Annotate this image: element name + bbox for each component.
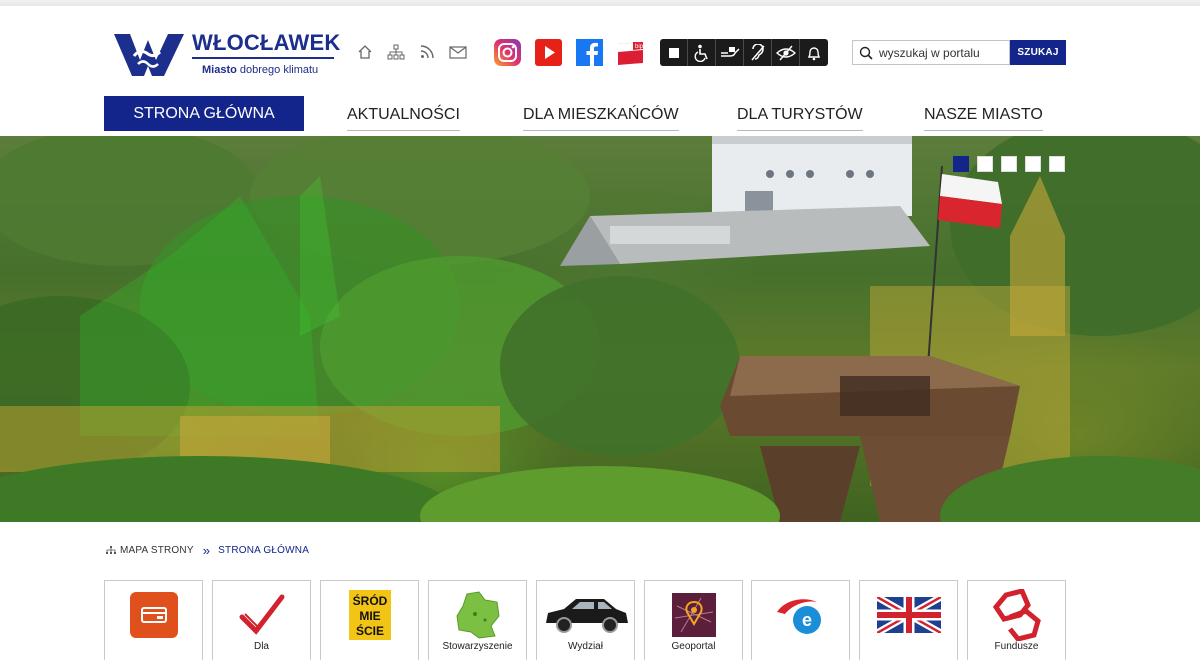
nav-item-residents[interactable]: DLA MIESZKAŃCÓW (523, 96, 679, 131)
breadcrumb-separator: » (202, 543, 211, 558)
tile-geoportal[interactable]: Geoportal (644, 580, 743, 660)
nav-item-tourists[interactable]: DLA TURYSTÓW (737, 96, 863, 131)
uk-flag-icon (860, 589, 957, 641)
main-nav: STRONA GŁÓWNA AKTUALNOŚCI DLA MIESZKAŃCÓ… (104, 96, 1066, 131)
breadcrumb: MAPA STRONY » STRONA GŁÓWNA (106, 543, 309, 558)
tile-dla[interactable]: Dla (212, 580, 311, 660)
mail-icon[interactable] (442, 42, 473, 62)
logo-name: WŁOCŁAWEK (192, 30, 341, 55)
breadcrumb-current: STRONA GŁÓWNA (218, 545, 310, 556)
utility-icons (349, 42, 473, 62)
slider-dot-5[interactable] (1049, 156, 1065, 172)
youtube-icon[interactable] (535, 39, 562, 66)
quick-links: Dla ŚRÓD MIE ŚCIE Stowarzyszenie Wydział G… (104, 580, 1066, 660)
eye-icon[interactable] (772, 39, 800, 66)
search-button[interactable]: SZUKAJ (1010, 40, 1066, 65)
bip-icon[interactable]: bip (617, 39, 644, 66)
tile-fundusze[interactable]: Fundusze (967, 580, 1066, 660)
search-form: SZUKAJ (852, 40, 1066, 65)
rss-icon[interactable] (411, 42, 442, 62)
srodmiescie-icon: ŚRÓD MIE ŚCIE (321, 589, 418, 641)
svg-text:ŚRÓD: ŚRÓD (352, 593, 387, 608)
checkmark-icon (213, 589, 310, 641)
hero-banner[interactable] (0, 136, 1200, 522)
svg-text:e: e (801, 610, 811, 630)
nav-item-news[interactable]: AKTUALNOŚCI (347, 96, 460, 131)
tile-english[interactable] (859, 580, 958, 660)
logo-divider (192, 57, 334, 59)
slider-dot-2[interactable] (977, 156, 993, 172)
tile-epuap[interactable]: e (751, 580, 850, 660)
social-links: bip (494, 39, 644, 66)
breadcrumb-sitemap-link[interactable]: MAPA STRONY (120, 545, 194, 556)
logo-emblem-icon (114, 34, 184, 76)
contrast-icon[interactable] (660, 39, 688, 66)
wheelchair-icon[interactable] (688, 39, 716, 66)
search-input[interactable] (879, 45, 999, 60)
search-icon (859, 46, 873, 60)
top-border (0, 0, 1200, 6)
tile-srodmiescie[interactable]: ŚRÓD MIE ŚCIE (320, 580, 419, 660)
logo-tagline: Miasto dobrego klimatu (202, 64, 319, 76)
search-field-wrap (852, 40, 1010, 65)
car-icon (537, 589, 634, 641)
card-icon (105, 589, 202, 641)
hero-image (0, 136, 1200, 522)
svg-text:MIE: MIE (359, 609, 380, 623)
map-region-icon (429, 589, 526, 641)
hearing-icon[interactable] (744, 39, 772, 66)
slider-dot-1[interactable] (953, 156, 969, 172)
bell-icon[interactable] (800, 39, 828, 66)
epuap-icon: e (752, 589, 849, 641)
tile-stowarzyszenie[interactable]: Stowarzyszenie (428, 580, 527, 660)
slider-pagination (953, 156, 1065, 172)
nav-item-our-city[interactable]: NASZE MIASTO (924, 96, 1043, 131)
svg-text:bip: bip (635, 44, 644, 50)
sign-language-icon[interactable] (716, 39, 744, 66)
slider-dot-4[interactable] (1025, 156, 1041, 172)
svg-text:ŚCIE: ŚCIE (355, 623, 383, 638)
tile-wydzial[interactable]: Wydział (536, 580, 635, 660)
facebook-icon[interactable] (576, 39, 603, 66)
sitemap-icon[interactable] (380, 42, 411, 62)
geoportal-icon (645, 589, 742, 641)
site-logo[interactable]: WŁOCŁAWEK Miasto dobrego klimatu (112, 28, 340, 80)
nav-item-home[interactable]: STRONA GŁÓWNA (104, 96, 304, 131)
home-icon[interactable] (349, 42, 380, 62)
eu-funds-icon (968, 589, 1065, 641)
tile-card[interactable] (104, 580, 203, 660)
instagram-icon[interactable] (494, 39, 521, 66)
slider-dot-3[interactable] (1001, 156, 1017, 172)
sitemap-icon (106, 546, 116, 554)
accessibility-toolbar (660, 39, 828, 66)
